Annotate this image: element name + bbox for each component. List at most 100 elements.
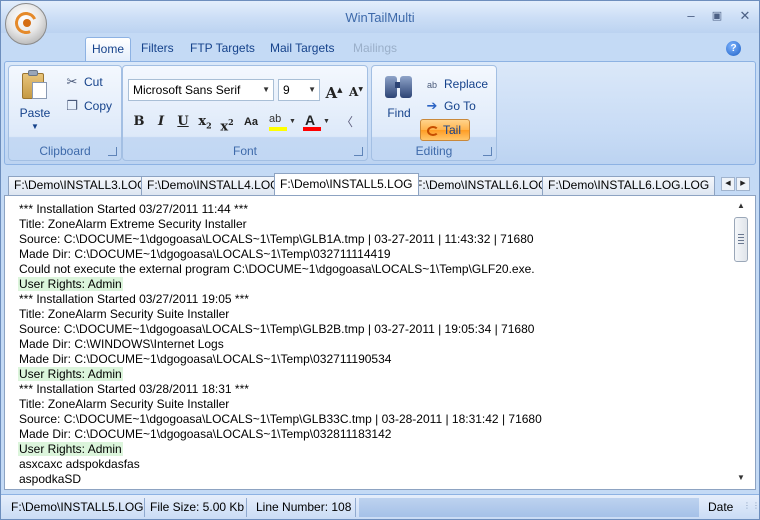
help-icon[interactable]: ? xyxy=(726,41,741,56)
log-line: User Rights: Admin xyxy=(18,367,728,382)
replace-button[interactable]: ab Replace xyxy=(424,74,488,94)
log-line: Made Dir: C:\DOCUME~1\dgogoasa\LOCALS~1\… xyxy=(18,427,728,442)
log-line-text: User Rights: Admin xyxy=(18,442,123,456)
doc-tab-install4[interactable]: F:\Demo\INSTALL4.LOG xyxy=(141,176,286,195)
doc-tab-install6-log[interactable]: F:\Demo\INSTALL6.LOG.LOG xyxy=(542,176,716,195)
superscript-button[interactable]: x2 xyxy=(216,111,238,134)
paste-button[interactable]: Paste ▼ xyxy=(15,70,55,134)
copy-button[interactable]: ❐ Copy xyxy=(64,96,112,116)
replace-label: Replace xyxy=(444,77,489,91)
font-size-select[interactable]: 9 ▼ xyxy=(278,79,320,101)
log-line-text: Source: C:\DOCUME~1\dgogoasa\LOCALS~1\Te… xyxy=(19,322,535,336)
tail-icon xyxy=(427,125,439,136)
log-line: Made Dir: C:\DOCUME~1\dgogoasa\LOCALS~1\… xyxy=(18,352,728,367)
tab-scroll-right-icon[interactable]: ▶ xyxy=(736,177,750,191)
log-line: *** Installation Started 03/27/2011 19:0… xyxy=(18,292,728,307)
font-group-label: Font xyxy=(232,144,257,158)
font-color-button[interactable]: A ▼ xyxy=(300,111,332,133)
log-line-text: asxcaxc adspokdasfas xyxy=(19,457,140,471)
font-family-value: Microsoft Sans Serif xyxy=(133,83,241,97)
tab-mail-targets[interactable]: Mail Targets xyxy=(264,37,340,61)
font-color-icon: A xyxy=(305,112,316,128)
tab-ftp-targets[interactable]: FTP Targets xyxy=(184,37,261,61)
title-bar: WinTailMulti – ▣ ✕ xyxy=(1,1,759,45)
tail-label: Tail xyxy=(443,123,462,137)
log-line: User Rights: Admin xyxy=(18,277,728,292)
doc-tab-install5[interactable]: F:\Demo\INSTALL5.LOG xyxy=(274,173,419,195)
log-line: Source: C:\DOCUME~1\dgogoasa\LOCALS~1\Te… xyxy=(18,322,728,337)
ribbon-panel: Paste ▼ ✂ Cut ❐ Copy Clipboard Microsoft S… xyxy=(4,61,756,165)
log-line: Made Dir: C:\WINDOWS\Internet Logs xyxy=(18,337,728,352)
copy-label: Copy xyxy=(84,99,113,113)
app-menu-button[interactable] xyxy=(5,3,47,45)
clear-formatting-button[interactable]: 〈 xyxy=(336,111,358,133)
log-view[interactable]: *** Installation Started 03/27/2011 11:4… xyxy=(4,195,756,490)
close-button[interactable]: ✕ xyxy=(735,7,755,25)
log-line-text: *** Installation Started 03/27/2011 19:0… xyxy=(19,292,249,306)
underline-button[interactable]: U xyxy=(172,111,194,133)
log-line-text: Source: C:\DOCUME~1\dgogoasa\LOCALS~1\Te… xyxy=(19,412,542,426)
font-size-value: 9 xyxy=(283,83,290,97)
log-line: Source: C:\DOCUME~1\dgogoasa\LOCALS~1\Te… xyxy=(18,412,728,427)
log-line: Title: ZoneAlarm Extreme Security Instal… xyxy=(18,217,728,232)
log-line-text: Made Dir: C:\DOCUME~1\dgogoasa\LOCALS~1\… xyxy=(19,352,392,366)
tab-home[interactable]: Home xyxy=(85,37,132,61)
log-line: aspodkaSD xyxy=(18,472,728,487)
subscript-button[interactable]: x2 xyxy=(194,111,216,133)
paste-label: Paste xyxy=(19,106,51,120)
editing-group: Find ab Replace ➔ Go To Tail Editing xyxy=(371,65,497,161)
doc-tab-install3[interactable]: F:\Demo\INSTALL3.LOG xyxy=(8,176,153,195)
tab-filters[interactable]: Filters xyxy=(135,37,180,61)
binoculars-icon xyxy=(384,72,414,100)
editing-dialog-launcher-icon[interactable] xyxy=(483,147,492,156)
scroll-thumb[interactable] xyxy=(734,217,748,262)
shrink-font-button[interactable]: A▼ xyxy=(346,80,366,100)
chevron-down-icon: ▼ xyxy=(262,85,270,94)
tab-scroll-left-icon[interactable]: ◀ xyxy=(721,177,735,191)
vertical-scrollbar[interactable]: ▲ ▼ xyxy=(733,199,749,487)
tail-button[interactable]: Tail xyxy=(420,119,470,141)
status-line-number: Line Number: 108 xyxy=(256,500,352,514)
status-file-size: File Size: 5.00 Kb xyxy=(150,500,245,514)
status-bar: F:\Demo\INSTALL5.LOG File Size: 5.00 Kb … xyxy=(1,494,760,519)
scroll-down-icon[interactable]: ▼ xyxy=(735,473,747,485)
italic-button[interactable]: I xyxy=(150,111,172,133)
document-tabs: F:\Demo\INSTALL3.LOG F:\Demo\INSTALL4.LO… xyxy=(4,173,756,195)
log-line: User Rights: Admin xyxy=(18,442,728,457)
highlighter-icon: ab xyxy=(269,113,282,125)
arrow-right-icon: ➔ xyxy=(426,98,438,113)
font-family-select[interactable]: Microsoft Sans Serif ▼ xyxy=(128,79,274,101)
resize-grip-icon[interactable]: ⋮⋮ xyxy=(743,502,760,515)
highlight-button[interactable]: ab ▼ xyxy=(266,111,298,133)
goto-button[interactable]: ➔ Go To xyxy=(424,96,476,116)
tab-mailings: Mailings xyxy=(353,41,398,55)
log-line-text: Made Dir: C:\WINDOWS\Internet Logs xyxy=(19,337,224,351)
bold-button[interactable]: B xyxy=(128,111,150,133)
log-line-text: *** Installation Started 03/28/2011 18:3… xyxy=(19,382,249,396)
scissors-icon: ✂ xyxy=(66,74,78,89)
log-line-text: *** Installation Started 03/27/2011 11:4… xyxy=(19,202,249,216)
log-line-text: Title: ZoneAlarm Extreme Security Instal… xyxy=(19,217,247,231)
clipboard-dialog-launcher-icon[interactable] xyxy=(108,147,117,156)
log-line-text: Made Dir: C:\DOCUME~1\dgogoasa\LOCALS~1\… xyxy=(19,427,392,441)
goto-label: Go To xyxy=(444,99,476,113)
font-group: Microsoft Sans Serif ▼ 9 ▼ A▲ A▼ B I U x… xyxy=(122,65,368,161)
cut-label: Cut xyxy=(84,75,103,89)
doc-tab-install6[interactable]: F:\Demo\INSTALL6.LOG xyxy=(409,176,554,195)
change-case-button[interactable]: Aa xyxy=(238,111,264,133)
maximize-button[interactable]: ▣ xyxy=(707,7,727,25)
grow-font-button[interactable]: A▲ xyxy=(324,80,344,102)
log-line-text: Title: ZoneAlarm Security Suite Installe… xyxy=(19,397,230,411)
font-dialog-launcher-icon[interactable] xyxy=(354,147,363,156)
log-line: *** Installation Started 03/27/2011 11:4… xyxy=(18,202,728,217)
minimize-button[interactable]: – xyxy=(681,7,701,25)
status-progress-bar xyxy=(359,498,699,517)
scroll-up-icon[interactable]: ▲ xyxy=(735,201,747,213)
log-line-text: Could not execute the external program C… xyxy=(19,262,535,276)
log-lines: *** Installation Started 03/27/2011 11:4… xyxy=(18,202,728,487)
cut-button[interactable]: ✂ Cut xyxy=(64,72,103,92)
log-line-text: Made Dir: C:\DOCUME~1\dgogoasa\LOCALS~1\… xyxy=(19,247,391,261)
copy-icon: ❐ xyxy=(66,98,78,113)
log-line: Title: ZoneAlarm Security Suite Installe… xyxy=(18,307,728,322)
find-button[interactable]: Find xyxy=(378,72,420,138)
